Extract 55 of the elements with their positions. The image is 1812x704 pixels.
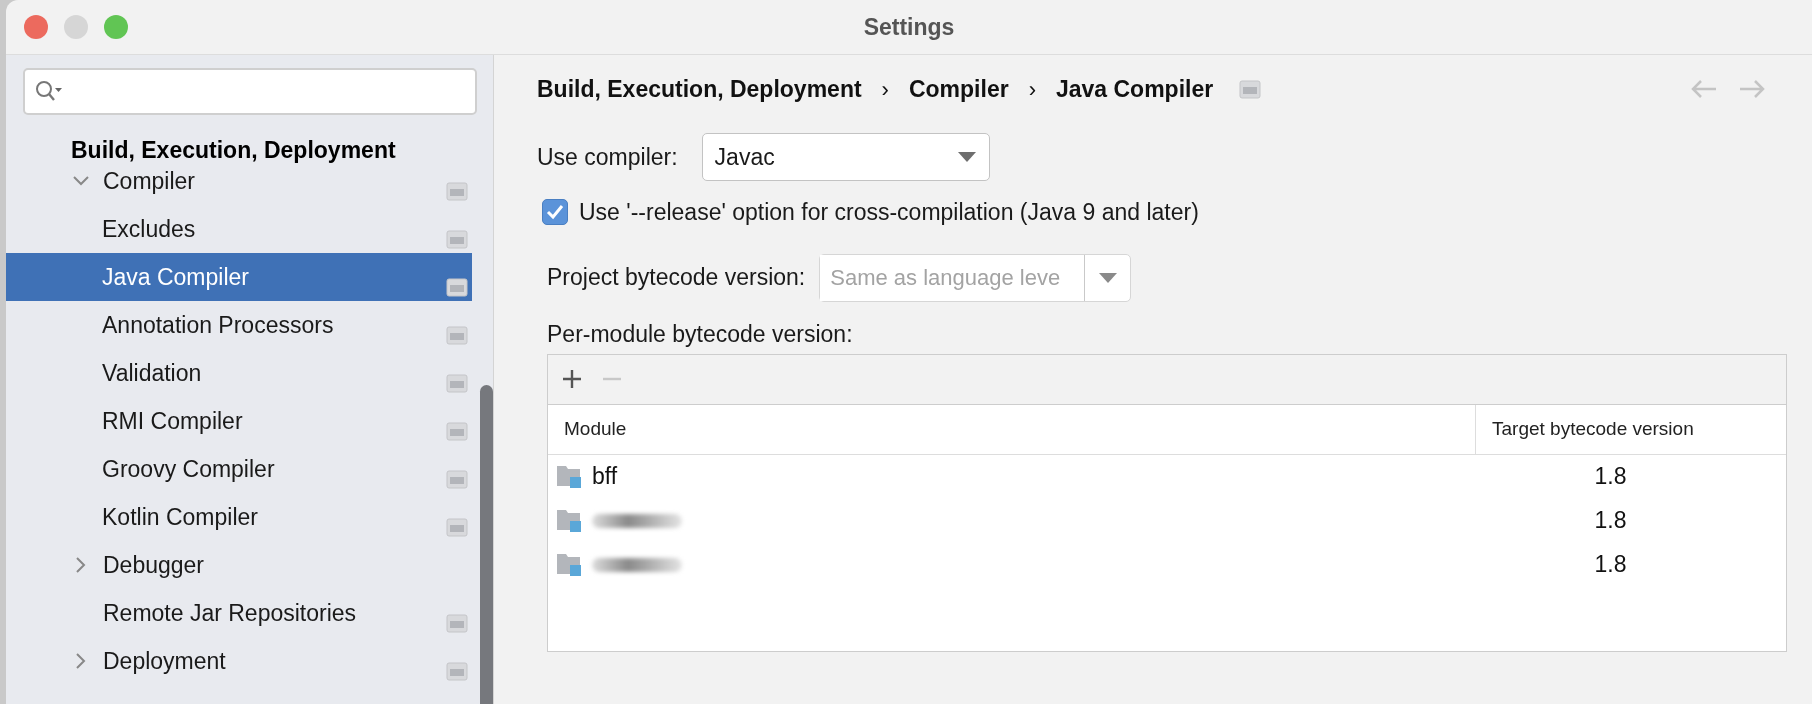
settings-page-icon	[446, 614, 468, 634]
tree-item[interactable]: Java Compiler	[6, 253, 472, 301]
search-field[interactable]	[23, 68, 477, 115]
tree-item[interactable]: Deployment	[6, 637, 472, 685]
scrollbar[interactable]	[480, 385, 493, 704]
window-title: Settings	[863, 13, 955, 40]
dropdown-arrow-icon	[957, 152, 976, 162]
settings-page-icon	[446, 326, 468, 346]
window-control[interactable]	[24, 15, 48, 39]
table-cell-text: 1.8	[1594, 506, 1627, 536]
settings-page-icon	[446, 278, 468, 298]
chevron-right-icon	[74, 652, 88, 670]
table-cell-text: 1.8	[1594, 550, 1627, 580]
column-header[interactable]: Module	[564, 414, 627, 444]
settings-page-icon	[446, 374, 468, 394]
tree-item[interactable]: Kotlin Compiler	[6, 493, 472, 541]
tree-item[interactable]: Annotation Processors	[6, 301, 472, 349]
settings-page-icon	[446, 518, 468, 538]
table-cell-text: 1.8	[1594, 462, 1627, 492]
module-folder-icon	[556, 552, 582, 577]
settings-page-icon	[446, 182, 468, 202]
field-label: Use compiler:	[537, 142, 678, 172]
chevron-down-icon	[72, 174, 90, 188]
breadcrumb-item[interactable]: Build, Execution, Deployment	[537, 71, 862, 107]
settings-page-icon	[446, 470, 468, 490]
breadcrumb-separator: ›	[1028, 75, 1036, 104]
compiler-dropdown[interactable]: Javac	[701, 133, 990, 181]
tree-item[interactable]: Validation	[6, 349, 472, 397]
chevron-right-icon	[74, 556, 88, 574]
module-name: bff	[592, 462, 618, 492]
module-folder-icon	[556, 508, 582, 533]
checkbox-label: Use '--release' option for cross-compilation (Java 9 and later)	[579, 198, 1199, 227]
module-folder-icon	[556, 464, 582, 489]
breadcrumb-item[interactable]: Compiler	[908, 71, 1009, 107]
tree-item[interactable]: Excludes	[6, 205, 472, 253]
checkbox[interactable]	[542, 199, 568, 226]
breadcrumb-separator: ›	[881, 75, 889, 104]
add-button[interactable]	[562, 369, 582, 389]
column-header[interactable]: Target bytecode version	[1492, 414, 1694, 444]
tree-item[interactable]: Groovy Compiler	[6, 445, 472, 493]
breadcrumb-item: Java Compiler	[1055, 74, 1214, 104]
settings-page-icon	[446, 230, 468, 250]
plus-icon	[562, 369, 582, 389]
dropdown-arrow-icon	[1098, 272, 1117, 283]
field-label: Per-module bytecode version:	[547, 320, 853, 350]
settings-page-icon	[446, 662, 468, 682]
section-header: Build, Execution, Deployment	[71, 137, 396, 163]
window-control[interactable]	[64, 15, 88, 39]
field-label: Project bytecode version:	[547, 263, 806, 293]
tree-item[interactable]: RMI Compiler	[6, 397, 472, 445]
tree-item[interactable]: Remote Jar Repositories	[6, 589, 472, 637]
settings-page-icon	[446, 422, 468, 442]
tree-item[interactable]: Debugger	[6, 541, 472, 589]
minus-icon	[602, 377, 622, 381]
window-control[interactable]	[104, 15, 128, 39]
